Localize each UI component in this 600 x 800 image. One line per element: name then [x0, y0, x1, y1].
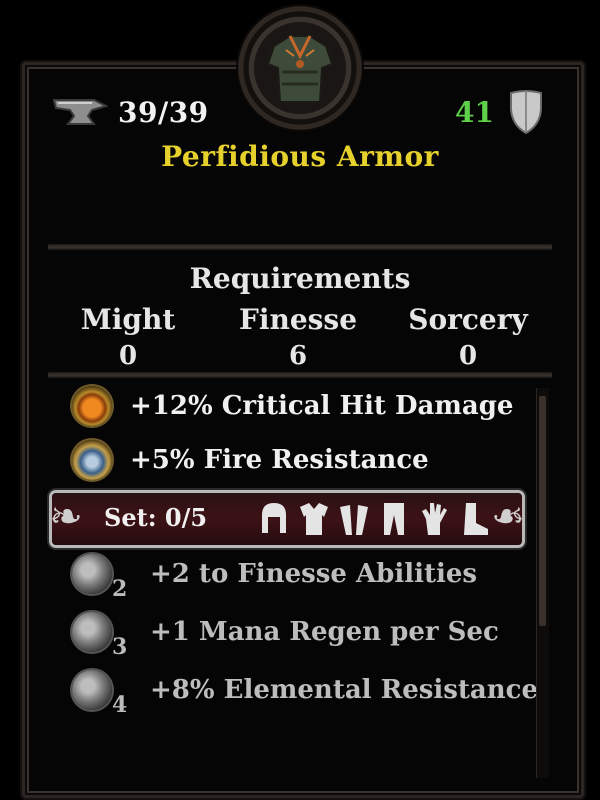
armor-value-display: 41 [455, 90, 544, 135]
gauntlet-icon[interactable] [418, 499, 450, 539]
bonus-row: +12% Critical Hit Damage [72, 384, 513, 428]
set-bonus-text: +2 to Finesse Abilities [150, 559, 478, 589]
item-medallion [238, 6, 362, 130]
requirement-label: Finesse [238, 303, 358, 336]
requirements-title: Requirements [189, 262, 411, 295]
shield-icon [510, 90, 542, 135]
requirement-finesse: Finesse 6 [208, 302, 388, 374]
set-bonus-count: 2 [112, 576, 128, 602]
arrow-gem-icon [72, 670, 112, 710]
scroll-ornament-left-icon: ❧ [49, 494, 83, 540]
armor-value: 41 [455, 95, 494, 129]
requirement-might: Might 0 [38, 302, 218, 374]
helmet-icon[interactable] [258, 499, 290, 539]
fire-burst-gem-icon [72, 386, 112, 426]
set-label: Set: 0/5 [104, 503, 208, 532]
leggings-icon[interactable] [378, 499, 410, 539]
set-bonus-row: 2 +2 to Finesse Abilities [72, 552, 478, 602]
divider-bottom [48, 372, 552, 378]
bonus-row: +5% Fire Resistance [72, 438, 429, 482]
set-bonus-count: 4 [112, 692, 128, 718]
requirement-value: 0 [458, 341, 478, 371]
scrollbar[interactable] [536, 388, 549, 778]
requirement-value: 0 [118, 341, 138, 371]
boots-icon[interactable] [458, 499, 490, 539]
durability-value: 39/39 [118, 95, 209, 129]
flame-shield-gem-icon [72, 440, 112, 480]
set-bonus-text: +1 Mana Regen per Sec [150, 617, 499, 647]
bonus-text: +5% Fire Resistance [130, 445, 429, 475]
finesse-gem-icon [72, 554, 112, 594]
set-bonus-count: 3 [112, 634, 128, 660]
set-bonus-text: +8% Elemental Resistance [150, 675, 539, 705]
scroll-ornament-right-icon: ❧ [491, 494, 525, 540]
scrollbar-thumb[interactable] [539, 396, 546, 626]
set-bar: ❧ Set: 0/5 ❧ [49, 493, 525, 545]
durability-display: 39/39 [52, 92, 209, 132]
anvil-icon [52, 99, 108, 125]
set-bonus-row: 3 +1 Mana Regen per Sec [72, 610, 499, 660]
chest-icon[interactable] [298, 499, 330, 539]
chest-armor-icon [266, 35, 334, 103]
item-name: Perfidious Armor [161, 140, 439, 173]
requirement-sorcery: Sorcery 0 [378, 302, 558, 374]
requirement-value: 6 [288, 341, 308, 371]
set-pieces [258, 499, 490, 539]
requirement-label: Sorcery [408, 303, 528, 336]
requirement-label: Might [80, 303, 176, 336]
pauldrons-icon[interactable] [338, 499, 370, 539]
gear-gem-icon [72, 612, 112, 652]
bonus-text: +12% Critical Hit Damage [130, 391, 514, 421]
set-bonus-row: 4 +8% Elemental Resistance [72, 668, 539, 718]
divider-top [48, 244, 552, 250]
